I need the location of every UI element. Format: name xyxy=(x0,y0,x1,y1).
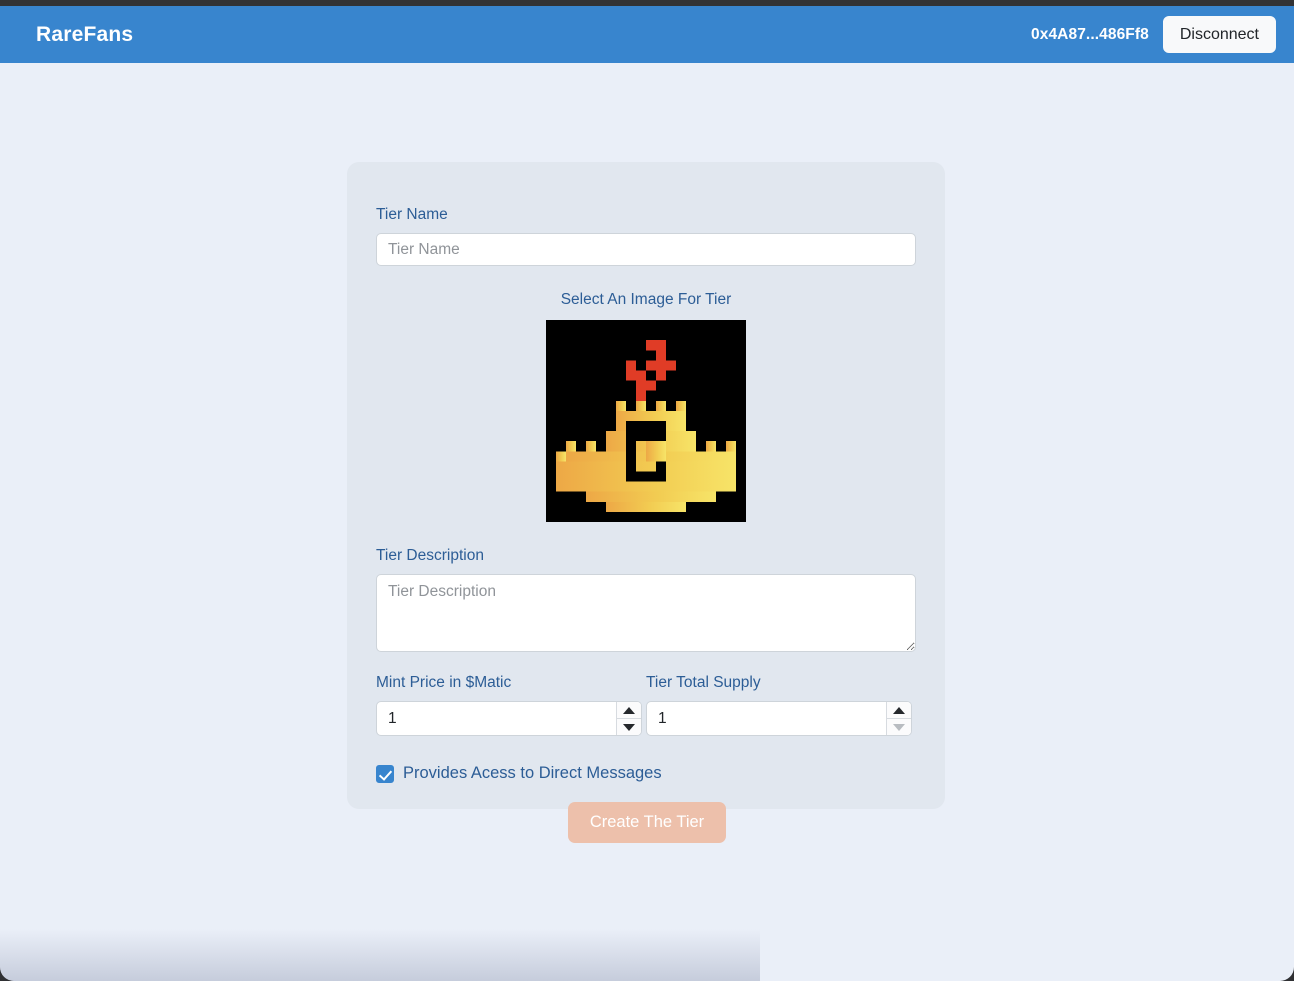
submit-row: Create The Tier xyxy=(0,802,1294,843)
total-supply-decrement-button[interactable] xyxy=(887,719,911,735)
mint-price-spin-buttons xyxy=(616,702,641,735)
price-supply-row: Mint Price in $Matic 1 Tier Total Supply… xyxy=(376,674,916,736)
total-supply-label: Tier Total Supply xyxy=(646,674,761,691)
total-supply-increment-button[interactable] xyxy=(887,702,911,719)
triangle-up-icon xyxy=(893,706,905,714)
tier-name-input[interactable] xyxy=(376,233,916,266)
create-tier-form-card: Tier Name Select An Image For Tier xyxy=(347,162,945,809)
mint-price-input[interactable] xyxy=(377,702,616,735)
browser-viewport: RareFans 0x4A87...486Ff8 Disconnect Tier… xyxy=(0,0,1294,981)
main-content: Tier Name Select An Image For Tier xyxy=(0,63,1294,981)
tier-image-preview[interactable] xyxy=(546,320,746,522)
mint-price-decrement-button[interactable] xyxy=(617,719,641,735)
triangle-down-icon xyxy=(893,723,905,731)
page-root: RareFans 0x4A87...486Ff8 Disconnect Tier… xyxy=(0,6,1294,981)
mint-price-field-group: Mint Price in $Matic xyxy=(376,674,646,736)
wallet-address: 0x4A87...486Ff8 xyxy=(1031,25,1149,43)
mint-price-increment-button[interactable] xyxy=(617,702,641,719)
top-navbar: RareFans 0x4A87...486Ff8 Disconnect xyxy=(0,6,1294,63)
tier-name-label: Tier Name xyxy=(376,206,448,223)
tier-image-field-group: Select An Image For Tier xyxy=(376,291,916,522)
brand-logo[interactable]: RareFans xyxy=(36,23,133,47)
select-image-label: Select An Image For Tier xyxy=(560,291,732,308)
tier-description-field-group: Tier Description xyxy=(376,547,916,652)
disconnect-button[interactable]: Disconnect xyxy=(1162,15,1276,54)
tier-description-textarea[interactable] xyxy=(376,574,916,652)
dm-access-row: Provides Acess to Direct Messages xyxy=(376,764,916,783)
triangle-down-icon xyxy=(623,723,635,731)
total-supply-input[interactable] xyxy=(647,702,886,735)
create-tier-button[interactable]: Create The Tier xyxy=(567,802,727,843)
tier-name-field-group: Tier Name xyxy=(376,206,916,266)
total-supply-field-group: Tier Total Supply xyxy=(646,674,916,736)
dm-access-checkbox[interactable] xyxy=(376,764,394,783)
mint-price-stepper xyxy=(376,701,642,736)
dm-access-label[interactable]: Provides Acess to Direct Messages xyxy=(403,764,662,783)
tier-description-label: Tier Description xyxy=(376,547,484,564)
mint-price-label: Mint Price in $Matic xyxy=(376,674,512,691)
triangle-up-icon xyxy=(623,706,635,714)
navbar-right-group: 0x4A87...486Ff8 Disconnect xyxy=(1031,15,1276,54)
total-supply-stepper xyxy=(646,701,912,736)
total-supply-spin-buttons xyxy=(886,702,911,735)
